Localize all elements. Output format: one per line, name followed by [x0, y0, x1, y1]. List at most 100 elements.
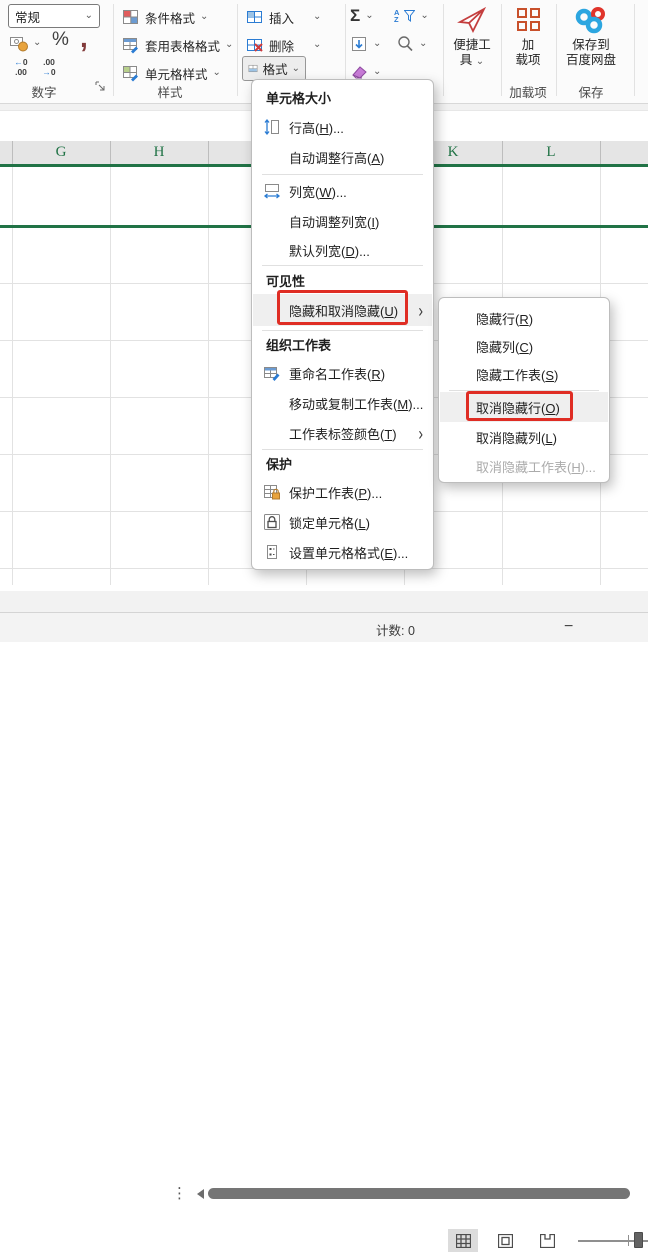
chevron-down-icon: ⌄: [84, 10, 93, 21]
menu-item-tab-color[interactable]: 工作表标签颜色(T) ›: [253, 418, 432, 448]
fill-down-icon: [352, 37, 366, 51]
scroll-left-arrow[interactable]: [197, 1189, 204, 1199]
scrollbar-thumb[interactable]: [208, 1188, 630, 1199]
rename-sheet-icon: [261, 364, 283, 382]
lock-icon: [261, 513, 283, 531]
fill-button[interactable]: ⌄: [350, 33, 381, 55]
zoom-slider-handle[interactable]: [634, 1232, 643, 1248]
menu-item-default-width[interactable]: 默认列宽(D)...: [253, 236, 432, 264]
comma-style-button[interactable]: ,: [80, 22, 88, 54]
submenu-item-unhide-sheet: 取消隐藏工作表(H)...: [476, 459, 596, 475]
chevron-down-icon: ⌄: [313, 11, 322, 22]
submenu-item-hide-sheet[interactable]: 隐藏工作表(S): [440, 360, 608, 388]
page-layout-icon: [497, 1233, 513, 1248]
cell-styles-button[interactable]: 单元格样式 ⌄: [122, 62, 221, 84]
chevron-down-icon: ⌄: [373, 66, 382, 77]
submenu-arrow-icon: ›: [418, 422, 423, 444]
accounting-icon: [10, 37, 28, 52]
addins-group-label: 加载项: [509, 86, 547, 100]
horizontal-scrollbar[interactable]: ⋮: [0, 591, 648, 1202]
search-icon: [398, 36, 413, 52]
funnel-icon: [404, 10, 416, 22]
sort-filter-icon: AZ: [394, 8, 400, 24]
insert-cells-button[interactable]: 插入 ⌄: [246, 6, 321, 28]
chevron-down-icon: ⌄: [419, 38, 428, 49]
submenu-item-unhide-columns[interactable]: 取消隐藏列(L): [440, 422, 608, 452]
accounting-format-button[interactable]: ⌄: [10, 32, 41, 54]
menu-separator: [262, 174, 423, 175]
menu-header-cell-size: 单元格大小: [266, 90, 332, 106]
delete-cells-button[interactable]: 删除 ⌄: [246, 34, 321, 56]
submenu-item-hide-rows[interactable]: 隐藏行(R): [440, 304, 608, 332]
format-button[interactable]: 格式 ⌄: [242, 56, 306, 81]
menu-separator: [262, 449, 423, 450]
chevron-down-icon: ⌄: [420, 10, 429, 21]
menu-item-protect-sheet[interactable]: 保护工作表(P)...: [253, 477, 432, 507]
autosum-button[interactable]: Σ ⌄: [350, 5, 374, 27]
hide-unhide-submenu: 隐藏行(R) 隐藏列(C) 隐藏工作表(S) 取消隐藏行(O) 取消隐藏列(L)…: [438, 297, 610, 483]
find-select-button[interactable]: ⌄: [396, 33, 427, 55]
group-divider: [556, 4, 557, 96]
insert-cells-icon: [247, 11, 262, 23]
format-as-table-button[interactable]: 套用表格格式 ⌄: [122, 34, 233, 56]
chevron-down-icon: ⌄: [365, 10, 374, 21]
menu-item-lock-cell[interactable]: 锁定单元格(L): [253, 507, 432, 537]
chevron-down-icon: ⌄: [225, 39, 234, 50]
header-gridline: [600, 141, 601, 164]
column-header-g[interactable]: G: [12, 144, 110, 161]
quick-tools-button[interactable]: 便捷工 具 ⌄: [446, 2, 498, 82]
save-group-label: 保存: [578, 86, 604, 100]
baidu-save-button[interactable]: 保存到 百度网盘: [560, 2, 622, 82]
normal-view-icon: [455, 1233, 471, 1248]
gridline: [110, 167, 111, 585]
group-divider: [237, 4, 238, 96]
column-header-l[interactable]: L: [502, 144, 600, 161]
normal-view-button[interactable]: [448, 1229, 478, 1252]
menu-item-rename-sheet[interactable]: 重命名工作表(R): [253, 358, 432, 388]
sort-filter-button[interactable]: AZ ⌄: [394, 5, 429, 27]
page-break-icon: [539, 1233, 555, 1248]
count-indicator: 计数: 0: [376, 624, 415, 638]
submenu-item-hide-columns[interactable]: 隐藏列(C): [440, 332, 608, 360]
menu-item-autofit-column-width[interactable]: 自动调整列宽(I): [253, 206, 432, 236]
delete-cells-icon: [247, 39, 263, 52]
table-style-icon: [123, 38, 138, 54]
page-layout-view-button[interactable]: [490, 1229, 520, 1252]
menu-item-move-copy-sheet[interactable]: 移动或复制工作表(M)...: [253, 388, 432, 418]
group-divider: [113, 4, 114, 96]
zoom-out-button[interactable]: −: [564, 618, 573, 636]
header-gridline: [208, 141, 209, 164]
scrollbar-splitter-handle[interactable]: ⋮: [172, 1184, 187, 1202]
group-divider: [634, 4, 635, 96]
baidu-netdisk-icon: [575, 7, 605, 34]
conditional-format-icon: [123, 10, 138, 24]
decrease-decimal-button[interactable]: .00 →0: [36, 57, 62, 79]
format-cells-icon: [248, 64, 258, 73]
cell-style-icon: [123, 66, 138, 82]
number-dialog-launcher-icon[interactable]: [95, 81, 106, 92]
gridline: [12, 167, 13, 585]
group-divider: [443, 4, 444, 96]
chevron-down-icon: ⌄: [475, 56, 485, 67]
conditional-format-button[interactable]: 条件格式 ⌄: [122, 6, 208, 28]
number-group-label: 数字: [31, 86, 57, 100]
menu-item-autofit-row-height[interactable]: 自动调整行高(A): [253, 142, 432, 172]
header-gridline: [12, 141, 13, 164]
page-break-view-button[interactable]: [532, 1229, 562, 1252]
addins-button[interactable]: 加 载项: [502, 2, 554, 82]
status-bar: 计数: 0 −: [0, 612, 648, 1252]
annotation-box-unhide-rows: [466, 391, 573, 421]
header-gridline: [110, 141, 111, 164]
menu-item-format-cells[interactable]: 设置单元格格式(E)...: [253, 537, 432, 567]
menu-item-column-width[interactable]: 列宽(W)...: [253, 176, 432, 206]
paper-plane-icon: [457, 6, 487, 34]
menu-header-visibility: 可见性: [266, 273, 306, 289]
column-header-h[interactable]: H: [110, 144, 208, 161]
increase-decimal-button[interactable]: ←0 .00: [8, 57, 34, 79]
percent-style-button[interactable]: %: [52, 29, 69, 51]
menu-item-row-height[interactable]: 行高(H)...: [253, 112, 432, 142]
chevron-down-icon: ⌄: [373, 38, 382, 49]
format-cells-dialog-icon: [261, 543, 283, 561]
row-height-icon: [261, 118, 283, 136]
menu-header-protection: 保护: [266, 456, 293, 472]
